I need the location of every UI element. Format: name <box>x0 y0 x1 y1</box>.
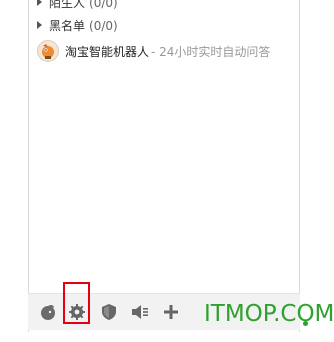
watermark-dot <box>303 321 308 326</box>
group-strangers[interactable]: 陌生人 (0/0) <box>37 0 118 12</box>
app-window: 陌生人(0/0) 黑名单(0/0) 淘宝智能机器人 - 24小时实时自动问答 <box>0 0 334 342</box>
settings-highlight-box <box>63 282 90 324</box>
group-count: (0/0) <box>89 0 118 10</box>
contact-signature: - 24小时实时自动问答 <box>151 44 271 59</box>
watermark: ITMOP.COM <box>204 301 334 327</box>
plus-icon[interactable] <box>160 301 182 323</box>
robot-avatar <box>37 40 59 62</box>
expand-arrow-icon <box>37 21 42 29</box>
group-count: (0/0) <box>89 19 118 33</box>
robot-avatar-icon <box>42 44 54 59</box>
expand-arrow-icon <box>37 0 42 6</box>
group-label: 陌生人 <box>49 0 86 10</box>
contact-robot[interactable]: 淘宝智能机器人 - 24小时实时自动问答 <box>37 40 270 62</box>
group-label: 黑名单 <box>49 19 86 33</box>
group-blacklist[interactable]: 黑名单 (0/0) <box>37 17 118 35</box>
taobao-icon[interactable] <box>37 301 59 323</box>
contact-name: 淘宝智能机器人 <box>65 44 150 59</box>
speaker-icon[interactable] <box>129 301 151 323</box>
shield-icon[interactable] <box>98 301 120 323</box>
